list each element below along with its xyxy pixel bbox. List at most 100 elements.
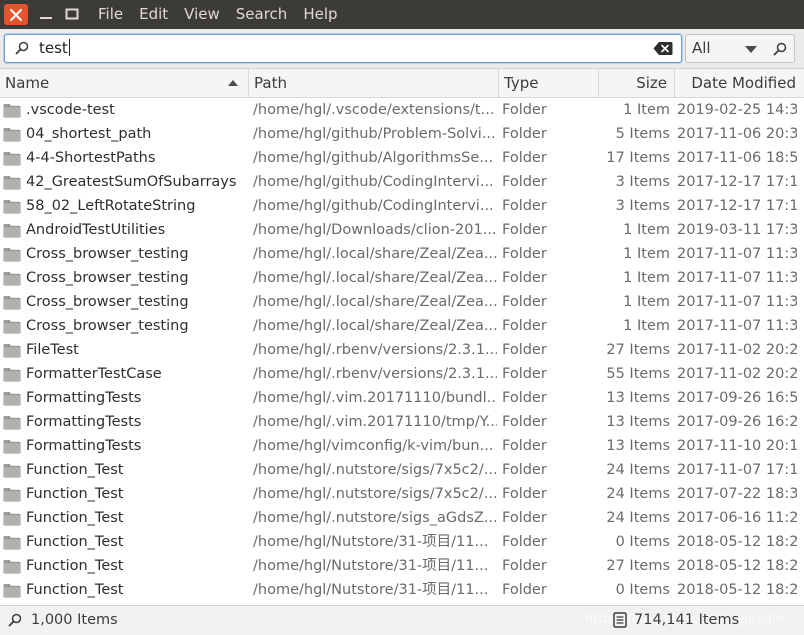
folder-icon [3,584,21,598]
table-row[interactable]: 4-4-ShortestPaths/home/hgl/github/Algori… [0,146,804,170]
table-row[interactable]: 58_02_LeftRotateString/home/hgl/github/C… [0,194,804,218]
column-header-type[interactable]: Type [499,69,599,97]
menu-search[interactable]: Search [228,0,296,29]
table-row[interactable]: FormatterTestCase/home/hgl/.rbenv/versio… [0,362,804,386]
minimize-window-button[interactable] [34,3,58,25]
menu-file[interactable]: File [90,0,131,29]
cell-date-modified: 2017-11-02 20:22 [677,342,797,358]
cell-size: 13 Items [606,390,670,406]
cell-type: Folder [502,126,547,142]
folder-icon [3,200,21,214]
cell-name: AndroidTestUtilities [26,222,166,238]
cell-date-modified: 2019-02-25 14:33 [677,102,797,118]
results-table: Name Path Type Size Date Modified .vscod… [0,69,804,605]
search-toolbar: test All [0,29,804,69]
table-row[interactable]: FormattingTests/home/hgl/.vim.20171110/b… [0,386,804,410]
column-header-date-modified[interactable]: Date Modified [675,69,804,97]
folder-icon [3,488,21,502]
table-row[interactable]: Function_Test/home/hgl/Nutstore/31-项目/11… [0,578,804,602]
dropdown-arrow-icon [745,46,757,53]
maximize-window-button[interactable] [60,3,84,25]
cell-name: Function_Test [26,510,124,526]
column-header-name[interactable]: Name [0,69,249,97]
cell-size: 13 Items [606,438,670,454]
column-header-path-label: Path [254,74,287,92]
cell-name: Function_Test [26,486,124,502]
cell-size: 3 Items [615,198,670,214]
close-icon [10,8,22,21]
database-icon [613,612,627,628]
menu-view[interactable]: View [176,0,228,29]
column-header-path[interactable]: Path [249,69,499,97]
table-row[interactable]: 42_GreatestSumOfSubarrays/home/hgl/githu… [0,170,804,194]
cell-type: Folder [502,222,547,238]
cell-type: Folder [502,366,547,382]
table-row[interactable]: Function_Test/home/hgl/Nutstore/31-项目/11… [0,530,804,554]
cell-type: Folder [502,390,547,406]
cell-size: 3 Items [615,174,670,190]
column-header-size-label: Size [636,74,667,92]
table-row[interactable]: Cross_browser_testing/home/hgl/.local/sh… [0,290,804,314]
clear-search-icon[interactable] [653,41,673,56]
cell-name: 58_02_LeftRotateString [26,198,196,214]
table-row[interactable]: Cross_browser_testing/home/hgl/.local/sh… [0,242,804,266]
table-row[interactable]: Function_Test/home/hgl/Nutstore/31-项目/11… [0,554,804,578]
cell-type: Folder [502,486,547,502]
cell-path: /home/hgl/.local/share/Zeal/Zea... [253,294,497,310]
cell-type: Folder [502,534,547,550]
table-row[interactable]: Cross_browser_testing/home/hgl/.local/sh… [0,266,804,290]
close-window-button[interactable] [4,4,28,25]
cell-date-modified: 2017-11-02 20:22 [677,366,797,382]
folder-icon [3,512,21,526]
search-query-text: test [39,39,70,57]
table-row[interactable]: .vscode-test/home/hgl/.vscode/extensions… [0,98,804,122]
title-bar: File Edit View Search Help [0,0,804,29]
table-row[interactable]: FormattingTests/home/hgl/vimconfig/k-vim… [0,434,804,458]
filter-dropdown[interactable]: All [685,34,766,63]
cell-size: 1 Item [623,294,670,310]
cell-date-modified: 2017-11-07 11:39 [677,294,797,310]
folder-icon [3,416,21,430]
cell-type: Folder [502,174,547,190]
cell-path: /home/hgl/.nutstore/sigs/7x5c2/... [253,462,497,478]
cell-type: Folder [502,342,547,358]
cell-size: 24 Items [606,462,670,478]
table-row[interactable]: FileTest/home/hgl/.rbenv/versions/2.3.1.… [0,338,804,362]
table-row[interactable]: Function_Test/home/hgl/.nutstore/sigs_aG… [0,506,804,530]
cell-name: Cross_browser_testing [26,318,189,334]
cell-name: FormattingTests [26,414,142,430]
search-icon [773,42,786,55]
cell-path: /home/hgl/.vim.20171110/tmp/Y... [253,414,497,430]
menu-edit[interactable]: Edit [131,0,176,29]
cell-type: Folder [502,414,547,430]
menu-bar: File Edit View Search Help [90,0,346,29]
table-row[interactable]: Function_Test/home/hgl/.nutstore/sigs/7x… [0,458,804,482]
cell-date-modified: 2017-11-07 17:14 [677,462,797,478]
search-button[interactable] [765,34,795,63]
column-header-size[interactable]: Size [599,69,675,97]
table-row[interactable]: AndroidTestUtilities/home/hgl/Downloads/… [0,218,804,242]
cell-date-modified: 2017-11-06 18:50 [677,150,797,166]
cell-name: FileTest [26,342,79,358]
cell-size: 1 Item [623,246,670,262]
table-row[interactable]: 04_shortest_path/home/hgl/github/Problem… [0,122,804,146]
cell-size: 24 Items [606,510,670,526]
cell-type: Folder [502,102,547,118]
cell-name: Cross_browser_testing [26,294,189,310]
table-row[interactable]: Cross_browser_testing/home/hgl/.local/sh… [0,314,804,338]
table-row[interactable]: Function_Test/home/hgl/.nutstore/sigs/7x… [0,482,804,506]
cell-type: Folder [502,558,547,574]
folder-icon [3,440,21,454]
cell-name: 42_GreatestSumOfSubarrays [26,174,237,190]
cell-date-modified: 2017-09-26 16:27 [677,414,797,430]
menu-help[interactable]: Help [295,0,345,29]
folder-icon [3,536,21,550]
cell-name: Function_Test [26,462,124,478]
table-row[interactable]: FormattingTests/home/hgl/.vim.20171110/t… [0,410,804,434]
cell-path: /home/hgl/github/AlgorithmsSe... [253,150,494,166]
cell-path: /home/hgl/github/CodingIntervi... [253,174,494,190]
search-input[interactable]: test [4,34,682,63]
cell-name: Function_Test [26,534,124,550]
cell-path: /home/hgl/.nutstore/sigs_aGdsZ... [253,510,497,526]
cell-path: /home/hgl/.local/share/Zeal/Zea... [253,318,497,334]
